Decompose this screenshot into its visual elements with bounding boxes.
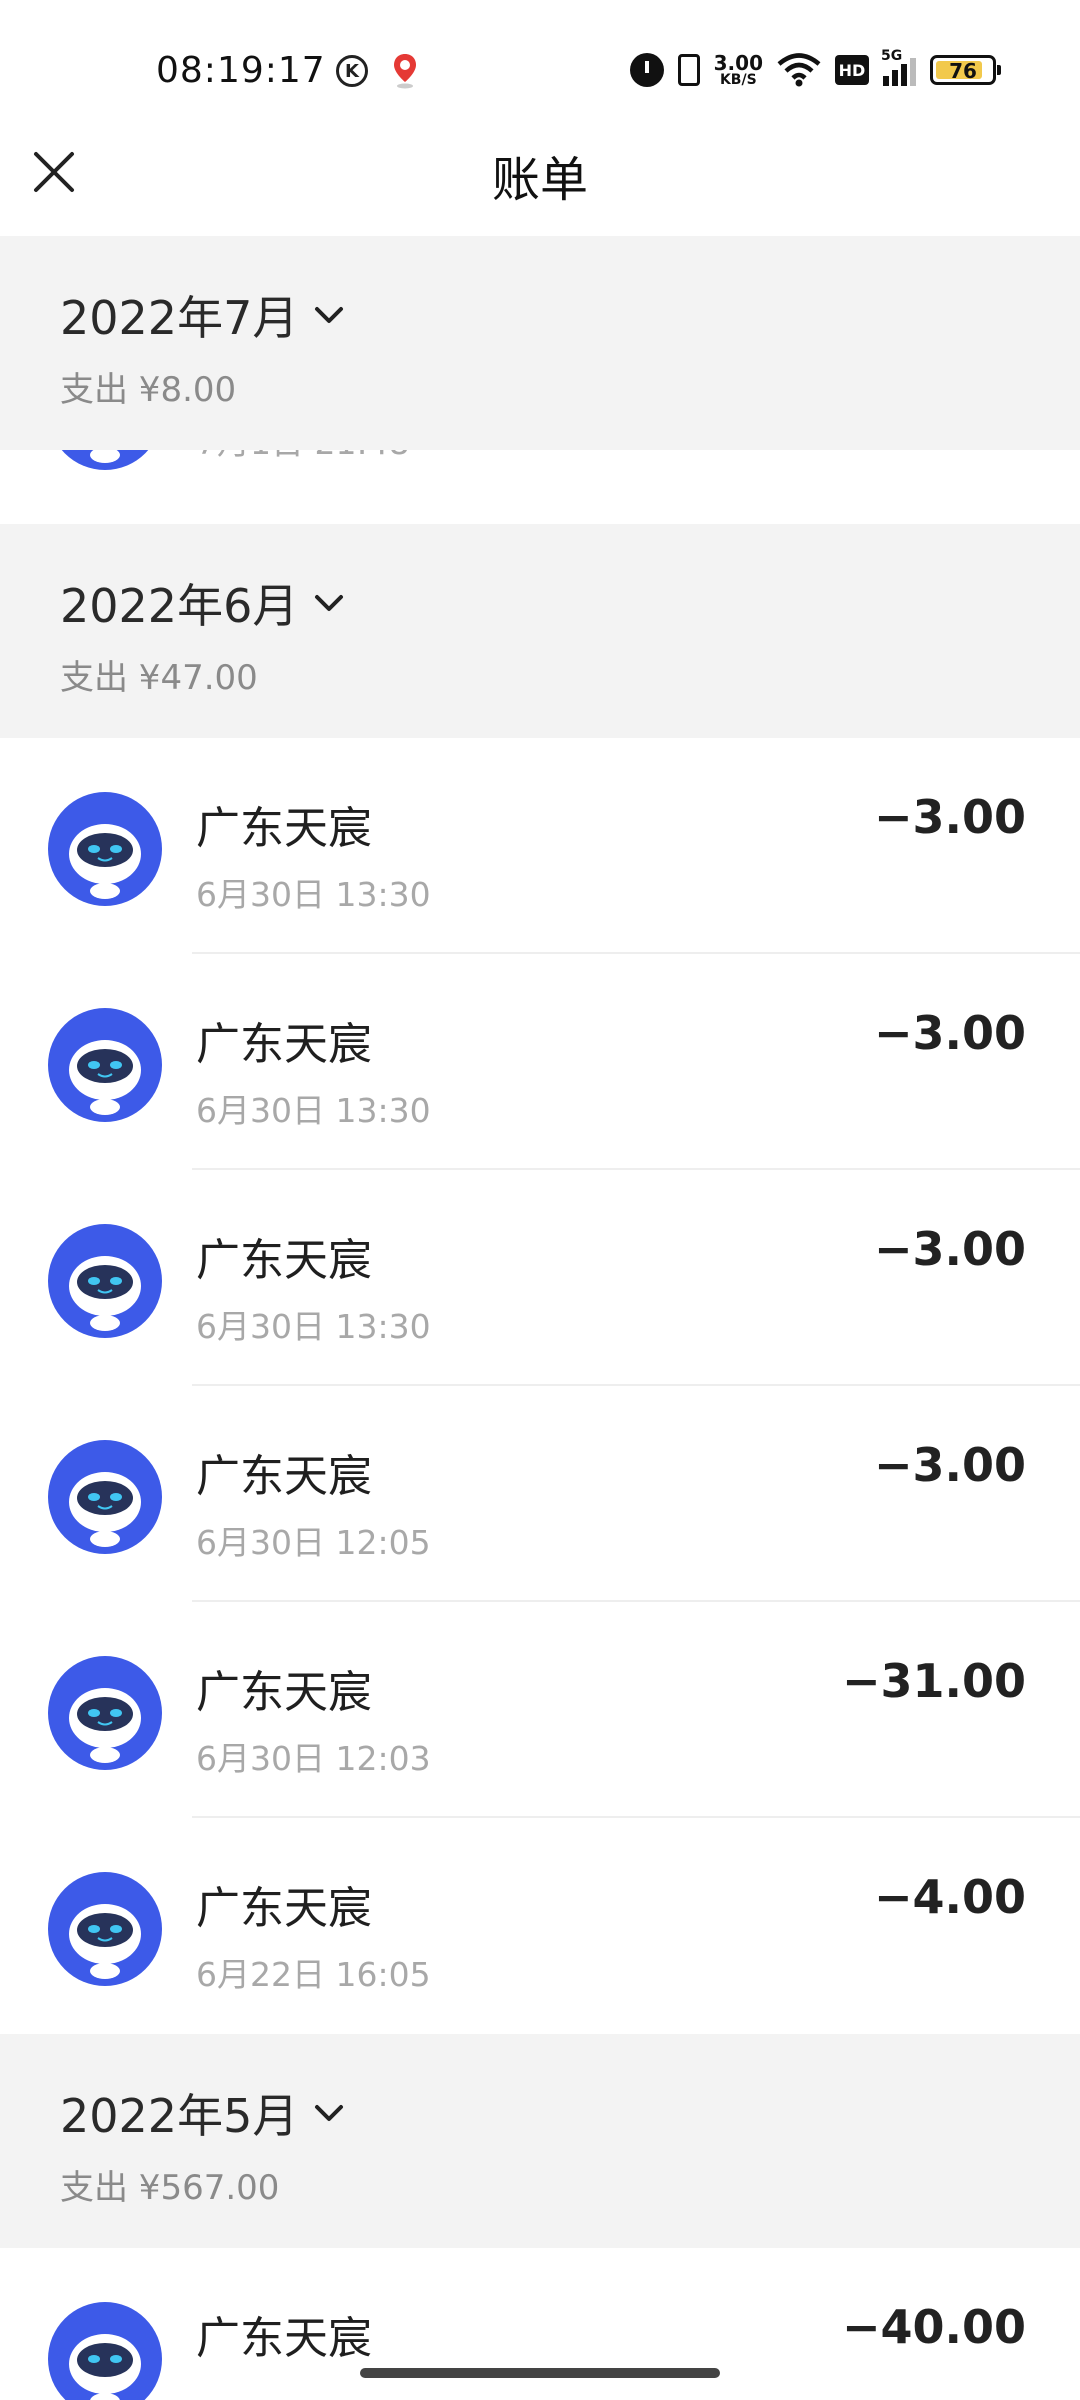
transaction-datetime: 6月30日 12:03: [196, 1739, 431, 1778]
merchant-name: 广东天宸: [196, 1883, 372, 1934]
robot-avatar-icon: [48, 792, 162, 906]
merchant-name: 广东天宸: [196, 1235, 372, 1286]
home-indicator[interactable]: [360, 2368, 720, 2378]
transaction-datetime: 6月30日 13:30: [196, 1307, 431, 1346]
network-speed: 3.00 KB/S: [714, 53, 763, 87]
bill-list[interactable]: 7月1日 21:48 2022年7月 支出 ¥8.00 2022年6月 支出 ¥…: [0, 236, 1080, 2400]
robot-avatar-icon: [48, 1008, 162, 1122]
robot-avatar-icon: [48, 1656, 162, 1770]
network-speed-value: 3.00: [713, 51, 763, 75]
chevron-down-icon: [315, 2105, 344, 2121]
merchant-name: 广东天宸: [196, 1451, 372, 1502]
list-item[interactable]: 广东天宸 6月30日 13:30 −3.00: [0, 738, 1080, 954]
month-selector[interactable]: 2022年5月: [60, 2080, 344, 2146]
month-title: 2022年6月: [60, 579, 299, 633]
transaction-amount: −3.00: [873, 790, 1026, 844]
month-selector[interactable]: 2022年7月: [60, 282, 344, 348]
transaction-amount: −31.00: [841, 1654, 1026, 1708]
status-icons: 3.00 KB/S HD 5G 76: [629, 46, 1001, 94]
merchant-name: 广东天宸: [196, 803, 372, 854]
battery-icon: 76: [930, 55, 1001, 85]
transaction-amount: −3.00: [873, 1006, 1026, 1060]
month-expense-summary: 支出 ¥8.00: [60, 370, 237, 410]
month-expense-summary: 支出 ¥47.00: [60, 658, 258, 698]
chevron-down-icon: [315, 307, 344, 323]
month-title: 2022年7月: [60, 291, 299, 345]
month-expense-summary: 支出 ¥567.00: [60, 2168, 280, 2208]
transaction-datetime: 6月22日 16:05: [196, 1955, 431, 1994]
k-app-icon: K: [336, 55, 368, 87]
chevron-down-icon: [315, 595, 344, 611]
transaction-amount: −3.00: [873, 1222, 1026, 1276]
list-item[interactable]: 广东天宸 6月30日 13:30 −3.00: [0, 954, 1080, 1170]
list-item[interactable]: 广东天宸 6月30日 13:30 −3.00: [0, 1170, 1080, 1386]
transaction-datetime: 6月30日 12:05: [196, 1523, 431, 1562]
battery-level: 76: [949, 59, 977, 83]
status-time: 08:19:17: [156, 50, 326, 91]
month-title: 2022年5月: [60, 2089, 299, 2143]
vibrate-icon: [677, 54, 700, 86]
merchant-name: 广东天宸: [196, 1019, 372, 1070]
page-title: 账单: [491, 152, 588, 208]
wifi-icon: [777, 53, 821, 87]
month-header-2022-07[interactable]: 2022年7月 支出 ¥8.00: [0, 236, 1080, 450]
month-selector[interactable]: 2022年6月: [60, 570, 344, 636]
status-bar: 08:19:17 K 3.00 KB/S HD 5G 76: [0, 0, 1080, 140]
hd-icon: HD: [835, 55, 869, 85]
month-header-2022-05[interactable]: 2022年5月 支出 ¥567.00: [0, 2034, 1080, 2248]
transaction-amount: −3.00: [873, 1438, 1026, 1492]
month-header-2022-06[interactable]: 2022年6月 支出 ¥47.00: [0, 524, 1080, 738]
merchant-name: 广东天宸: [196, 2313, 372, 2364]
robot-avatar-icon: [48, 1440, 162, 1554]
transaction-amount: −4.00: [873, 1870, 1026, 1924]
robot-avatar-icon: [48, 2302, 162, 2400]
network-type: 5G: [881, 48, 903, 64]
list-item[interactable]: 广东天宸 6月22日 16:05 −4.00: [0, 1818, 1080, 2034]
transaction-datetime: 6月30日 13:30: [196, 1091, 431, 1130]
alarm-icon: [629, 53, 664, 87]
robot-avatar-icon: [48, 1872, 162, 1986]
robot-avatar-icon: [48, 1224, 162, 1338]
merchant-name: 广东天宸: [196, 1667, 372, 1718]
page-header: 账单: [0, 120, 1080, 236]
network-speed-unit: KB/S: [719, 72, 757, 88]
transaction-amount: −40.00: [841, 2300, 1026, 2354]
transaction-datetime: 6月30日 13:30: [196, 875, 431, 914]
map-pin-icon: [394, 54, 416, 89]
list-item[interactable]: 广东天宸 6月30日 12:05 −3.00: [0, 1386, 1080, 1602]
list-item[interactable]: 广东天宸 6月30日 12:03 −31.00: [0, 1602, 1080, 1818]
cell-signal-icon: 5G: [881, 48, 916, 86]
